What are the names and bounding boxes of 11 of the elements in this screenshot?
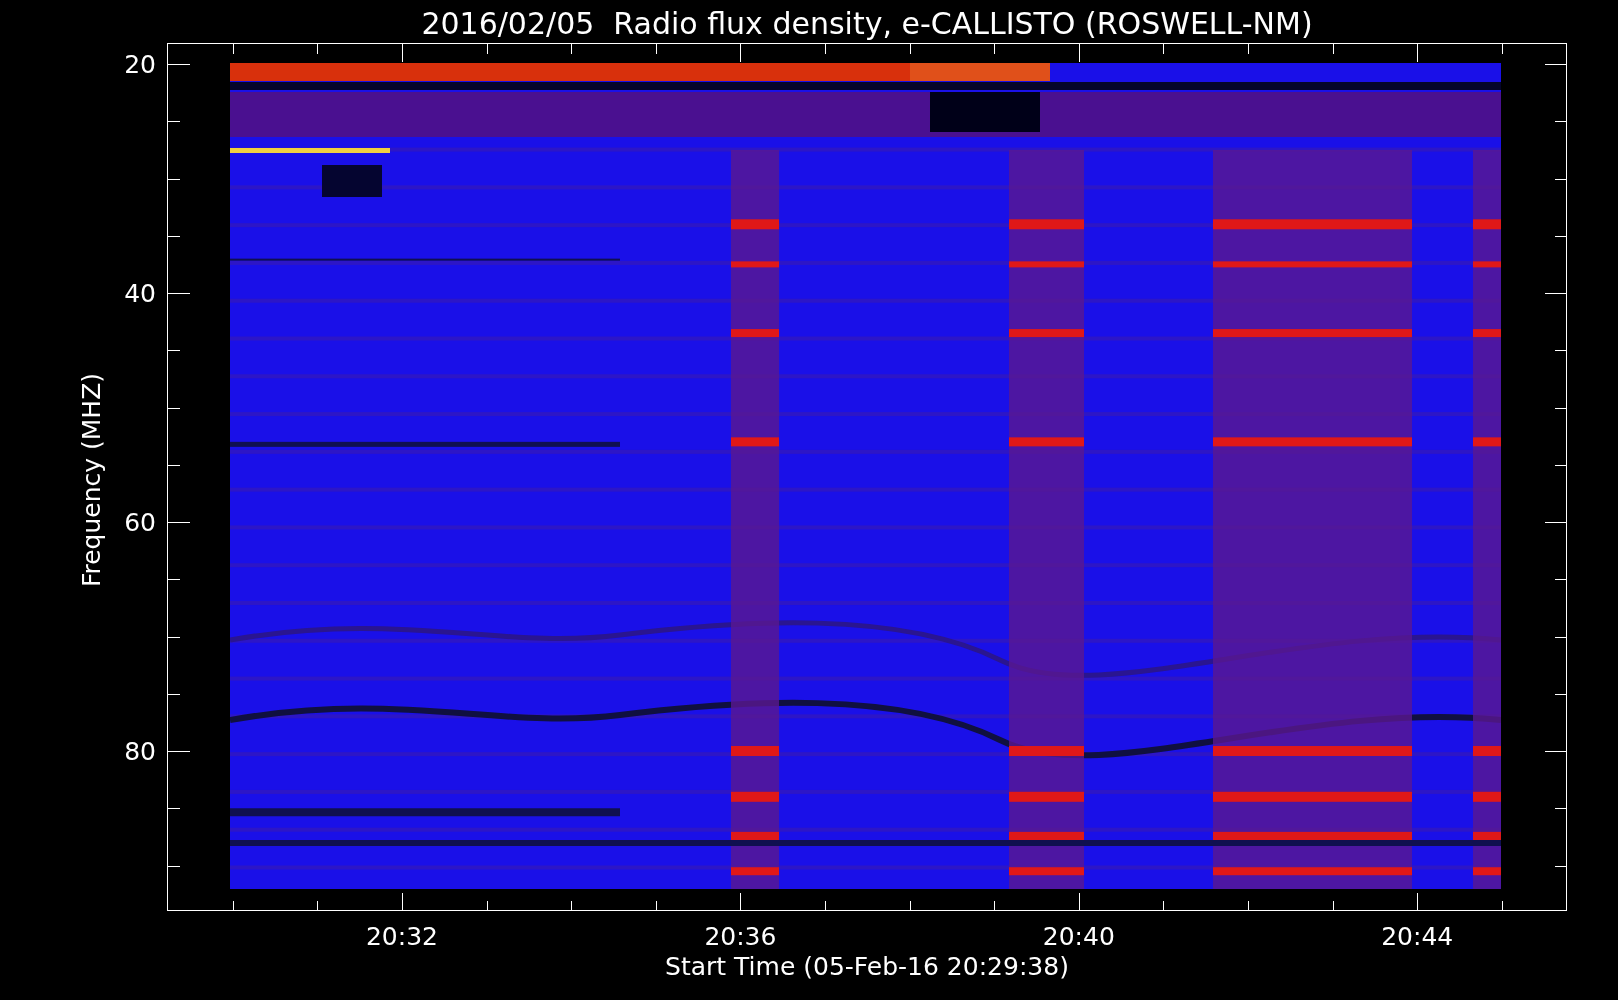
plot-title: 2016/02/05 Radio flux density, e-CALLISTO (ROSWELL-NM) (421, 5, 1313, 43)
x-tick-label: 20:40 (1042, 922, 1115, 951)
y-axis-label: Frequency (MHZ) (77, 372, 106, 588)
x-tick-label: 20:36 (704, 922, 777, 951)
x-tick-label: 20:32 (366, 922, 438, 951)
x-tick-label: 20:44 (1381, 922, 1454, 951)
y-tick-label: 40 (124, 279, 156, 308)
y-tick-label: 60 (124, 508, 156, 537)
x-axis-label: Start Time (05-Feb-16 20:29:38) (665, 952, 1069, 981)
y-tick-label: 20 (124, 50, 156, 79)
y-tick-label: 80 (124, 737, 156, 766)
